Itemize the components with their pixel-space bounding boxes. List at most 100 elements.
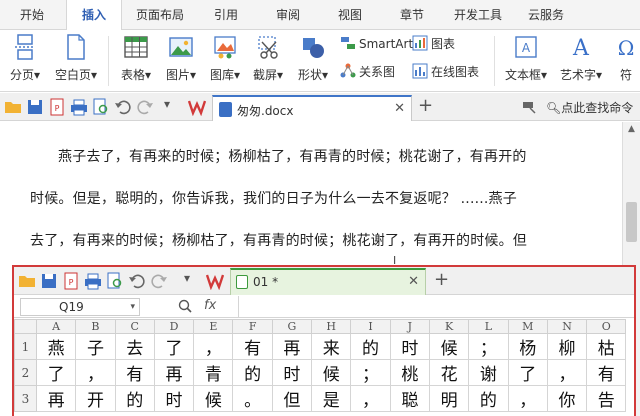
undo-icon[interactable]	[114, 98, 132, 116]
column-header[interactable]: O	[586, 319, 627, 334]
tab-review[interactable]: 审阅	[264, 0, 312, 30]
column-header[interactable]: E	[193, 319, 234, 334]
table-cell[interactable]: 子	[75, 333, 116, 360]
open-folder-icon[interactable]	[18, 272, 36, 290]
table-cell[interactable]: 候	[193, 385, 234, 412]
table-cell[interactable]: 来	[311, 333, 352, 360]
function-icon[interactable]: fx	[204, 298, 216, 313]
table-cell[interactable]: 柳	[546, 333, 588, 360]
table-cell[interactable]: 有	[232, 333, 273, 360]
table-cell[interactable]: 枯	[586, 333, 627, 360]
row-header[interactable]: 2	[14, 359, 37, 386]
tab-insert[interactable]: 插入	[66, 0, 122, 31]
embedded-spreadsheet-window[interactable]: P ▾ 01 * ✕ + Q19 ▾ fx ABCDEFGHIJKLMNO 1燕…	[12, 265, 636, 416]
table-cell[interactable]: 告	[586, 385, 627, 412]
pin-toolbar-icon[interactable]	[520, 98, 538, 116]
table-cell[interactable]: 了	[35, 359, 77, 386]
save-icon[interactable]	[26, 98, 44, 116]
table-cell[interactable]: ；	[350, 359, 391, 386]
column-header[interactable]: G	[271, 319, 313, 334]
table-cell[interactable]: 是	[311, 385, 352, 412]
table-cell[interactable]: 有	[114, 359, 155, 386]
table-cell[interactable]: 花	[428, 359, 470, 386]
screenshot-button[interactable]: 截屏▾	[248, 32, 288, 90]
toolbar-dropdown-icon[interactable]: ▾	[184, 271, 190, 285]
wps-logo-icon[interactable]	[206, 272, 224, 290]
formula-input[interactable]	[240, 297, 632, 317]
table-cell[interactable]: 时	[153, 385, 195, 412]
table-cell[interactable]: ，	[507, 385, 548, 412]
name-box[interactable]: Q19 ▾	[20, 298, 140, 316]
table-cell[interactable]: 的	[468, 385, 509, 412]
print-icon[interactable]	[70, 98, 88, 116]
table-cell[interactable]: 再	[35, 385, 77, 412]
row-header[interactable]: 3	[14, 385, 37, 412]
table-cell[interactable]: 你	[546, 385, 588, 412]
table-cell[interactable]: 去	[114, 333, 155, 360]
toolbar-dropdown-icon[interactable]: ▾	[164, 97, 170, 111]
print-preview-icon[interactable]	[92, 98, 110, 116]
table-cell[interactable]: 再	[153, 359, 195, 386]
table-cell[interactable]: ，	[193, 333, 234, 360]
print-preview-icon[interactable]	[106, 272, 124, 290]
column-header[interactable]: A	[35, 319, 77, 334]
table-cell[interactable]: 候	[311, 359, 352, 386]
table-cell[interactable]: ；	[468, 333, 509, 360]
column-header[interactable]: D	[153, 319, 195, 334]
symbol-button[interactable]: Ω 符	[612, 32, 640, 90]
select-all-corner[interactable]	[14, 319, 37, 334]
table-cell[interactable]: 聪	[389, 385, 430, 412]
gallery-button[interactable]: 图库▾	[204, 32, 246, 90]
close-tab-icon[interactable]: ✕	[394, 101, 405, 116]
zoom-icon[interactable]	[178, 299, 192, 313]
tab-page-layout[interactable]: 页面布局	[128, 0, 192, 30]
table-cell[interactable]: 。	[232, 385, 273, 412]
command-search-box[interactable]: 🔍︎点此查找命令	[546, 99, 633, 116]
spreadsheet-tab[interactable]: 01 * ✕	[230, 268, 426, 295]
tab-cloud[interactable]: 云服务	[518, 0, 574, 30]
chevron-down-icon[interactable]: ▾	[130, 299, 135, 315]
table-cell[interactable]: 但	[271, 385, 313, 412]
new-tab-icon[interactable]: +	[434, 269, 449, 290]
table-cell[interactable]: 桃	[389, 359, 430, 386]
table-cell[interactable]: 谢	[468, 359, 509, 386]
column-header[interactable]: N	[546, 319, 588, 334]
tab-references[interactable]: 引用	[202, 0, 250, 30]
picture-button[interactable]: 图片▾	[160, 32, 202, 90]
column-header[interactable]: H	[311, 319, 352, 334]
table-cell[interactable]: 了	[507, 359, 548, 386]
column-header[interactable]: F	[232, 319, 273, 334]
table-cell[interactable]: 明	[428, 385, 470, 412]
column-header[interactable]: C	[114, 319, 155, 334]
table-cell[interactable]: 时	[389, 333, 430, 360]
document-tab[interactable]: 匆匆.docx ✕	[212, 95, 412, 121]
table-cell[interactable]: ，	[75, 359, 116, 386]
tab-home[interactable]: 开始	[8, 0, 56, 30]
table-cell[interactable]: 候	[428, 333, 470, 360]
tab-sections[interactable]: 章节	[388, 0, 436, 30]
open-folder-icon[interactable]	[4, 98, 22, 116]
scroll-up-icon[interactable]: ▲	[626, 124, 637, 136]
column-header[interactable]: J	[389, 319, 430, 334]
shapes-button[interactable]: 形状▾	[292, 32, 334, 90]
column-header[interactable]: B	[75, 319, 116, 334]
table-cell[interactable]: 了	[153, 333, 195, 360]
tab-view[interactable]: 视图	[326, 0, 374, 30]
table-cell[interactable]: 的	[350, 333, 391, 360]
table-cell[interactable]: 燕	[35, 333, 77, 360]
relation-chart-button[interactable]: 关系图	[340, 62, 395, 82]
page-break-button[interactable]: 分页▾	[4, 32, 46, 90]
close-tab-icon[interactable]: ✕	[408, 274, 419, 289]
new-tab-icon[interactable]: +	[418, 95, 433, 116]
wordart-button[interactable]: A 艺术字▾	[554, 32, 608, 90]
table-cell[interactable]: 开	[75, 385, 116, 412]
table-cell[interactable]: 的	[114, 385, 155, 412]
scrollbar-thumb[interactable]	[626, 202, 637, 242]
redo-icon[interactable]	[136, 98, 154, 116]
table-cell[interactable]: 有	[586, 359, 627, 386]
column-header[interactable]: M	[507, 319, 548, 334]
smartart-button[interactable]: SmartArt	[340, 34, 413, 54]
blank-page-button[interactable]: 空白页▾	[50, 32, 102, 90]
table-cell[interactable]: 青	[193, 359, 234, 386]
table-cell[interactable]: 的	[232, 359, 273, 386]
